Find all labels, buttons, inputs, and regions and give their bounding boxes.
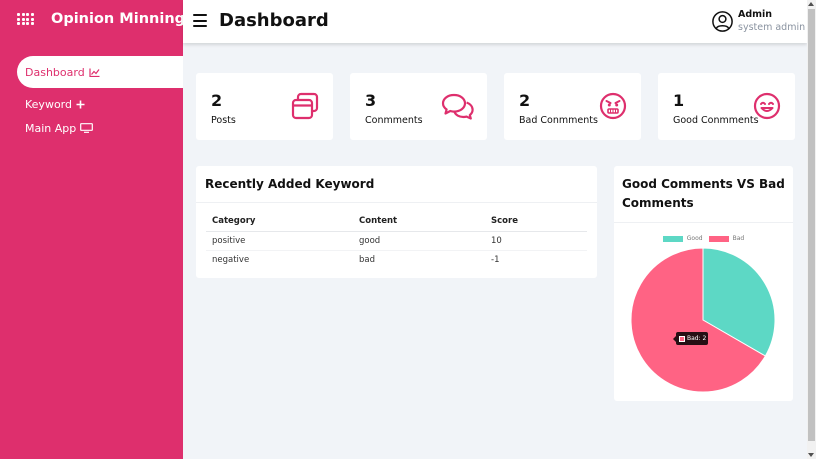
- cell-score: -1: [491, 254, 500, 265]
- column-header-category: Category: [206, 212, 353, 232]
- top-header: Dashboard Admin system admin: [183, 0, 807, 43]
- cell-content: bad: [359, 254, 375, 265]
- sidebar-item-label: Main App: [25, 121, 77, 135]
- stat-value: 1: [673, 91, 685, 110]
- panel-title: Recently Added Keyword: [205, 177, 375, 191]
- stat-card-good-comments: 1 Good Conmments: [658, 73, 795, 140]
- cell-category: positive: [206, 231, 353, 251]
- page-title: Dashboard: [219, 10, 329, 31]
- scroll-down-arrow-icon[interactable]: [808, 453, 814, 457]
- smile-face-icon: [753, 92, 781, 120]
- pie-chart[interactable]: [614, 166, 793, 401]
- table-row: negative bad -1: [206, 250, 587, 269]
- plus-icon: [76, 100, 85, 109]
- user-name: Admin: [738, 9, 773, 20]
- sidebar-item-main-app[interactable]: Main App: [17, 112, 183, 144]
- user-circle-icon: [712, 11, 733, 32]
- stat-label: Conmments: [365, 115, 423, 126]
- keywords-table: Category Content Score positive good 10 …: [206, 212, 587, 269]
- stat-value: 2: [211, 91, 223, 110]
- cell-score: 10: [485, 231, 587, 251]
- stat-value: 3: [365, 91, 377, 110]
- stat-label: Bad Conmments: [519, 115, 598, 126]
- sidebar-nav: Dashboard Keyword Main App: [17, 56, 183, 144]
- chart-tooltip: Bad: 2: [673, 332, 708, 345]
- stat-card-comments: 3 Conmments: [350, 73, 487, 140]
- line-chart-icon: [89, 68, 100, 77]
- stat-card-posts: 2 Posts: [196, 73, 333, 140]
- chat-bubbles-icon: [441, 93, 474, 120]
- scroll-thumb[interactable]: [808, 9, 815, 441]
- sidebar: Opinion Minning Dashboard Keyword Main A…: [0, 0, 185, 459]
- comments-chart-panel: Good Comments VS Bad Comments Good Bad: [614, 166, 793, 401]
- grid-dots-icon: [17, 13, 34, 25]
- sidebar-item-label: Dashboard: [25, 65, 85, 79]
- stat-card-bad-comments: 2 Bad Conmments: [504, 73, 641, 140]
- table-header-row: Category Content Score: [206, 212, 587, 232]
- tooltip-text: Bad: 2: [687, 335, 707, 342]
- stat-label: Good Conmments: [673, 115, 759, 126]
- column-header-content: Content: [353, 212, 485, 232]
- hamburger-icon[interactable]: [193, 14, 207, 27]
- user-role: system admin: [738, 22, 806, 33]
- monitor-icon: [80, 123, 94, 133]
- sidebar-item-dashboard[interactable]: Dashboard: [17, 56, 183, 88]
- stat-label: Posts: [211, 115, 236, 126]
- windows-icon: [291, 92, 319, 120]
- recent-keywords-panel: Recently Added Keyword Category Content …: [196, 166, 597, 278]
- stat-value: 2: [519, 91, 531, 110]
- angry-face-icon: [599, 92, 627, 120]
- column-header-score: Score: [485, 212, 587, 232]
- sidebar-item-label: Keyword: [25, 97, 72, 111]
- cell-content: good: [353, 231, 485, 251]
- cell-category: negative: [212, 254, 250, 265]
- brand[interactable]: Opinion Minning: [17, 10, 185, 28]
- page-scrollbar[interactable]: [807, 0, 816, 459]
- table-row: positive good 10: [206, 231, 587, 251]
- app-title: Opinion Minning: [51, 11, 186, 27]
- scroll-up-arrow-icon[interactable]: [808, 2, 814, 6]
- divider: [196, 202, 597, 203]
- user-menu[interactable]: Admin system admin: [712, 9, 805, 34]
- tooltip-swatch: [679, 335, 685, 342]
